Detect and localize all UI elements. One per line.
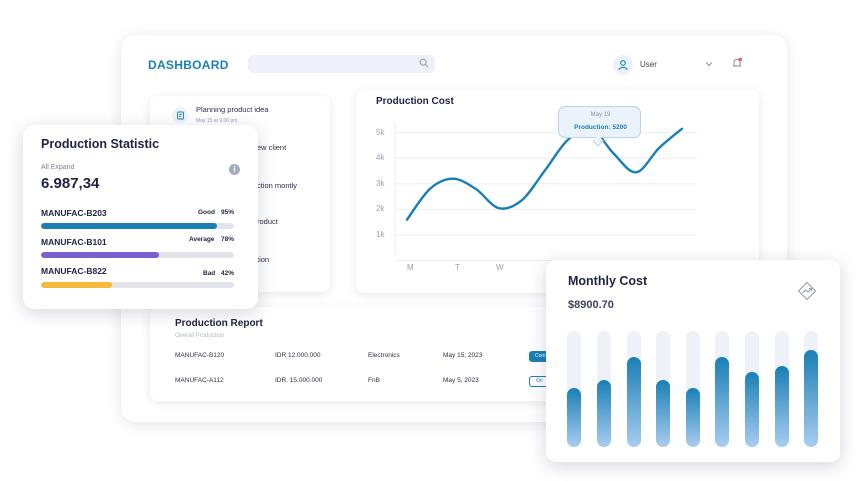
table-cell-date: May 15, 2023	[443, 352, 483, 359]
progress-track	[41, 282, 234, 288]
activity-item-label[interactable]: roduct	[257, 217, 278, 226]
table-cell-category: Electronics	[368, 352, 400, 359]
statistic-row-percent: 42%	[221, 270, 235, 277]
bar-track	[567, 331, 581, 447]
table-cell-date: May 5, 2023	[443, 377, 479, 384]
table-cell-id: MANUFAC-A112	[175, 377, 224, 384]
bar[interactable]	[597, 379, 611, 447]
x-tick-label: T	[455, 263, 460, 272]
statistic-subtitle: All Expand	[41, 164, 75, 171]
activity-item-time: May 15 at 9.00 pm	[196, 118, 238, 124]
monthly-cost-value: $8900.70	[568, 299, 614, 311]
bar-track	[686, 331, 700, 447]
bell-icon[interactable]	[730, 56, 744, 70]
tooltip-value: Production: 5200	[574, 124, 627, 131]
activity-item-label[interactable]: ction montly	[257, 181, 297, 190]
bar-track	[745, 331, 759, 447]
progress-fill	[41, 252, 159, 258]
search-input[interactable]	[248, 55, 435, 73]
bar-track	[656, 331, 670, 447]
y-tick-label: 5k	[376, 127, 385, 137]
report-title: Production Report	[175, 318, 263, 329]
statistic-row-percent: 78%	[221, 236, 235, 243]
progress-fill	[41, 282, 113, 288]
statistic-row-name: MANUFAC-B203	[41, 208, 107, 218]
y-tick-label: 3k	[376, 178, 385, 188]
bar[interactable]	[656, 379, 670, 447]
bar-track	[627, 331, 641, 447]
statistic-row-status: Good	[198, 209, 215, 216]
statistic-value: 6.987,34	[41, 175, 100, 192]
bar[interactable]	[804, 349, 818, 447]
activity-item-label[interactable]: tion	[257, 255, 269, 264]
statistic-row-percent: 95%	[221, 209, 235, 216]
user-name[interactable]: User	[640, 60, 657, 69]
table-cell-amount: IDR. 15.000.000	[275, 377, 323, 384]
bar[interactable]	[745, 371, 759, 447]
bar-track	[597, 331, 611, 447]
progress-track	[41, 223, 234, 229]
monthly-cost-title: Monthly Cost	[568, 274, 648, 288]
production-cost-title: Production Cost	[376, 96, 454, 107]
search-icon	[419, 58, 429, 68]
activity-item-label[interactable]: Planning product idea	[196, 105, 269, 114]
chart-tooltip: May 19 Production: 5200	[558, 106, 641, 138]
bar-track	[715, 331, 729, 447]
x-tick-label: M	[407, 263, 414, 272]
tooltip-date: May 19	[590, 112, 611, 118]
document-icon	[172, 107, 188, 123]
progress-fill	[41, 223, 217, 229]
bar[interactable]	[567, 387, 581, 447]
activity-item-label[interactable]: ew client	[257, 143, 286, 152]
statistic-row-status: Average	[189, 236, 215, 243]
statistic-row-status: Bad	[203, 270, 216, 277]
statistic-title: Production Statistic	[41, 137, 160, 151]
bar[interactable]	[715, 356, 729, 447]
x-tick-label: W	[496, 263, 504, 272]
report-subtitle: Overall Production	[175, 333, 225, 339]
bar[interactable]	[627, 356, 641, 447]
y-tick-label: 4k	[376, 153, 385, 163]
bar-track	[804, 331, 818, 447]
table-cell-id: MANUFAC-B120	[175, 352, 225, 359]
y-tick-label: 2k	[376, 204, 385, 214]
bar[interactable]	[775, 365, 789, 447]
table-cell-amount: IDR 12.000.000	[275, 352, 321, 359]
y-tick-label: 1k	[376, 230, 385, 239]
trend-up-icon[interactable]	[797, 281, 817, 301]
bar[interactable]	[686, 387, 700, 447]
bar-track	[775, 331, 789, 447]
info-icon[interactable]: i	[229, 164, 240, 175]
progress-track	[41, 252, 234, 258]
statistic-row-name: MANUFAC-B822	[41, 266, 107, 276]
page-title: DASHBOARD	[148, 58, 229, 72]
table-cell-category: FnB	[368, 377, 380, 384]
user-icon[interactable]	[613, 55, 633, 75]
chevron-down-icon[interactable]	[704, 59, 714, 69]
statistic-row-name: MANUFAC-B101	[41, 237, 107, 247]
